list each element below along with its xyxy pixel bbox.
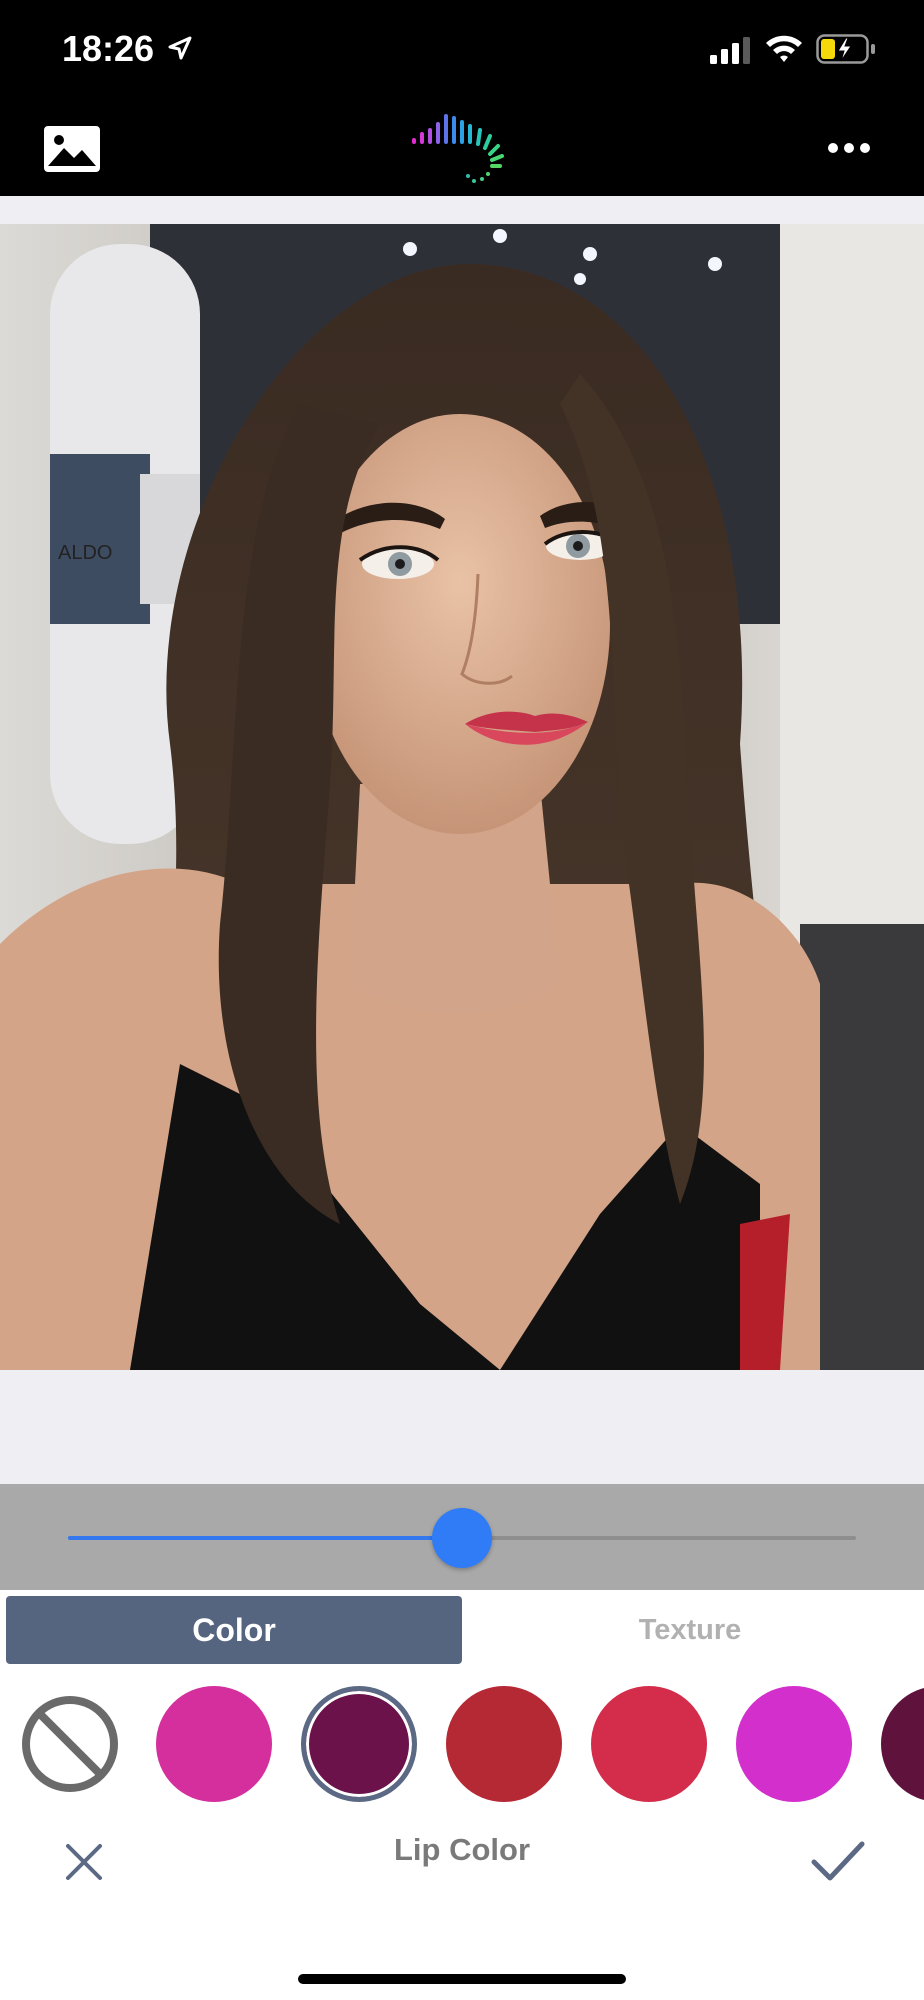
color-swatch[interactable] <box>736 1686 852 1802</box>
checkmark-icon[interactable] <box>810 1838 866 1884</box>
color-swatch[interactable] <box>591 1686 707 1802</box>
color-swatch[interactable] <box>156 1686 272 1802</box>
portrait-photo: ALDO <box>0 224 924 1370</box>
color-swatch[interactable] <box>881 1686 924 1802</box>
more-icon[interactable] <box>826 140 872 156</box>
cellular-signal-icon <box>710 37 750 64</box>
no-color-icon[interactable] <box>20 1694 120 1794</box>
intensity-slider-fill <box>68 1536 462 1540</box>
intensity-slider-panel <box>0 1484 924 1590</box>
app-logo-icon <box>412 114 504 183</box>
intensity-slider-thumb[interactable] <box>432 1508 492 1568</box>
color-swatch-row <box>0 1676 924 1808</box>
portrait-illustration: ALDO <box>0 224 924 1370</box>
wifi-icon <box>766 35 802 62</box>
app-root: 18:26 ALDO Color Texture Lip Color <box>0 0 924 2000</box>
status-time: 18:26 <box>62 28 155 69</box>
location-arrow-icon <box>168 36 192 60</box>
home-indicator <box>298 1974 626 1984</box>
tab-color[interactable]: Color <box>6 1596 462 1664</box>
sheet-footer: Lip Color <box>0 1814 924 1910</box>
intensity-slider-track[interactable] <box>68 1508 856 1568</box>
sheet-title: Lip Color <box>393 1832 531 1867</box>
gallery-icon[interactable] <box>44 126 100 172</box>
color-swatch[interactable] <box>446 1686 562 1802</box>
tab-texture[interactable]: Texture <box>462 1596 918 1664</box>
top-toolbar <box>0 104 924 196</box>
battery-charging-icon <box>816 34 875 64</box>
background-sign: ALDO <box>58 542 112 564</box>
status-bar: 18:26 <box>0 0 924 104</box>
color-swatch[interactable] <box>301 1686 417 1802</box>
lip-color-sheet: Color Texture Lip Color <box>0 1590 924 2000</box>
